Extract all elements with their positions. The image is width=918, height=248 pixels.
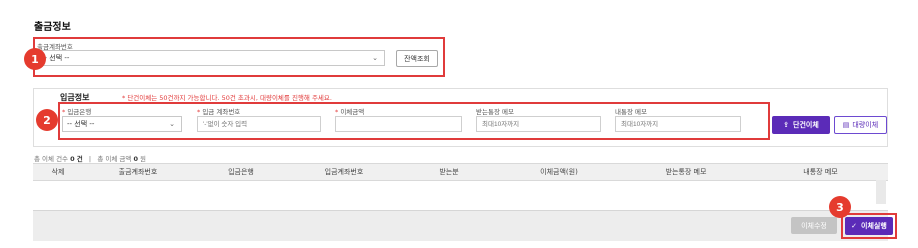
col-withdraw-account: 출금계좌번호 <box>118 168 158 176</box>
my-memo-input[interactable] <box>615 116 741 132</box>
col-recv-memo: 받는통장 메모 <box>665 168 707 176</box>
edit-transfer-button[interactable]: 이체수정 <box>791 217 837 234</box>
bulk-transfer-button[interactable]: ▤ 대량이체 <box>834 116 887 134</box>
chevron-down-icon: ⌄ <box>169 120 175 128</box>
col-delete: 삭제 <box>51 168 65 176</box>
deposit-bank-select[interactable]: -- 선택 -- ⌄ <box>62 116 182 132</box>
deposit-bank-value: -- 선택 -- <box>67 120 95 128</box>
my-memo-label: 내통장 메모 <box>615 108 647 116</box>
step-marker-3: 3 <box>829 196 851 218</box>
document-icon: ▤ <box>842 121 850 129</box>
col-my-memo: 내통장 메모 <box>803 168 838 176</box>
balance-inquiry-button[interactable]: 잔액조회 <box>396 50 438 67</box>
col-recipient: 받는분 <box>439 168 459 176</box>
col-amount: 이체금액(원) <box>540 168 578 176</box>
single-transfer-button[interactable]: ⇪ 단건이체 <box>772 116 830 134</box>
col-deposit-account: 입금계좌번호 <box>324 168 364 176</box>
deposit-account-input[interactable] <box>197 116 321 132</box>
withdrawal-account-select[interactable]: -- 선택 -- ⌄ <box>37 50 385 66</box>
recv-memo-input[interactable] <box>476 116 601 132</box>
amount-label: * 이체금액 <box>335 108 365 116</box>
amount-input[interactable] <box>335 116 462 132</box>
deposit-notice: * 단건이체는 50건까지 가능합니다. 50건 초과시, 대량이체를 진행해 … <box>122 94 332 102</box>
step-marker-1: 1 <box>24 48 46 70</box>
step-marker-2: 2 <box>36 109 58 131</box>
col-bank: 입금은행 <box>228 168 254 176</box>
withdrawal-section-title: 출금정보 <box>34 22 71 33</box>
action-footer <box>33 210 888 241</box>
chevron-down-icon: ⌄ <box>372 54 378 62</box>
transfer-summary: 총 이체 건수 0 건 | 총 이체 금액 0 원 <box>34 155 147 163</box>
deposit-bank-label: * 입금은행 <box>62 108 92 116</box>
transfer-table-header: 삭제 출금계좌번호 입금은행 입금계좌번호 받는분 이체금액(원) 받는통장 메… <box>33 163 888 181</box>
check-icon: ✓ <box>851 222 858 230</box>
deposit-account-label: * 입금 계좌번호 <box>197 108 241 116</box>
withdrawal-account-value: -- 선택 -- <box>42 54 70 62</box>
table-scrollbar[interactable] <box>876 180 886 204</box>
transfer-icon: ⇪ <box>783 121 790 129</box>
execute-transfer-button[interactable]: ✓ 이체실행 <box>845 217 893 235</box>
recv-memo-label: 받는통장 메모 <box>476 108 514 116</box>
